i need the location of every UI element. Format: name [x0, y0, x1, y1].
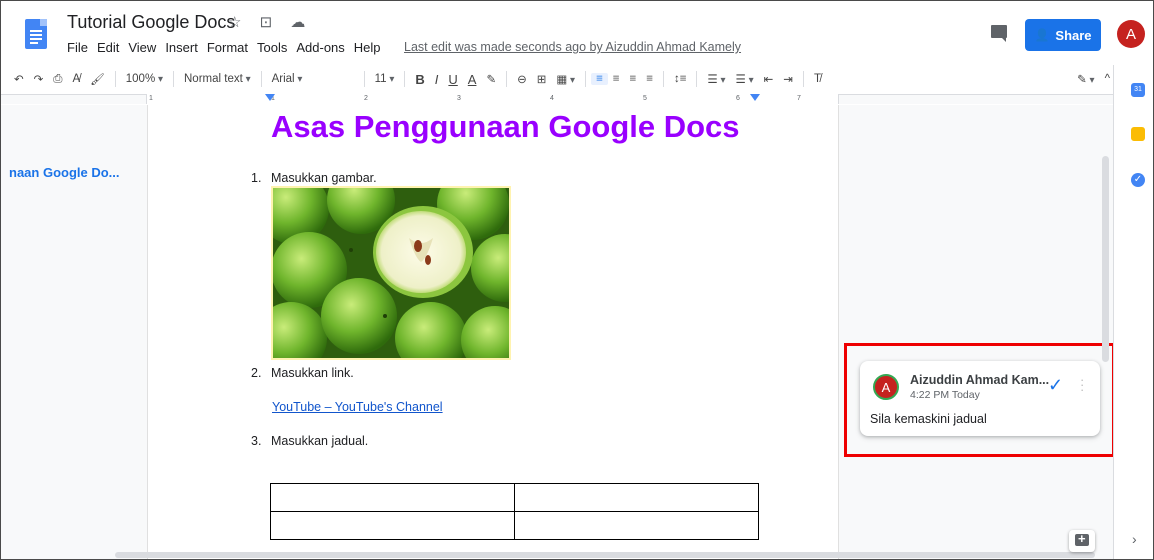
ruler-number: 4: [550, 95, 554, 102]
table-cell[interactable]: [270, 511, 515, 540]
document-heading[interactable]: Asas Penggunaan Google Docs: [271, 109, 740, 145]
tasks-icon[interactable]: ✓: [1131, 173, 1145, 187]
list-text: Masukkan jadual.: [271, 434, 369, 448]
text-color-button[interactable]: A: [463, 72, 482, 87]
list-text: Masukkan link.: [271, 366, 354, 380]
vertical-scrollbar[interactable]: [1102, 156, 1109, 362]
table-cell[interactable]: [514, 511, 759, 540]
align-right-icon[interactable]: ≡: [625, 73, 642, 85]
list-number: 3.: [251, 434, 262, 448]
insert-image-icon[interactable]: ▦: [551, 72, 580, 86]
divider: [363, 71, 365, 87]
horizontal-scrollbar[interactable]: [115, 552, 1095, 558]
menu-insert[interactable]: Insert: [165, 40, 198, 55]
list-item[interactable]: 1. Masukkan gambar.: [251, 171, 377, 185]
font-size-select[interactable]: 11: [370, 73, 400, 85]
list-number: 1.: [251, 171, 262, 185]
undo-icon[interactable]: ↶: [9, 72, 29, 86]
bulleted-list-icon[interactable]: ☰: [731, 72, 759, 86]
outline-heading-item[interactable]: naan Google Do...: [9, 165, 120, 180]
right-indent-marker[interactable]: [750, 94, 760, 101]
spellcheck-icon[interactable]: A̸: [67, 73, 85, 85]
align-left-icon[interactable]: ≡: [591, 73, 608, 85]
style-select[interactable]: Normal text: [179, 73, 256, 85]
print-icon[interactable]: ⎙: [48, 73, 67, 86]
left-indent-marker[interactable]: [265, 94, 275, 101]
calendar-icon[interactable]: 31: [1131, 83, 1145, 97]
increase-indent-icon[interactable]: ⇥: [778, 72, 798, 86]
align-center-icon[interactable]: ≡: [608, 73, 625, 85]
divider: [802, 71, 804, 87]
clear-formatting-icon[interactable]: T̸: [809, 73, 826, 85]
keep-icon[interactable]: [1131, 127, 1145, 141]
header: Tutorial Google Docs ☆ ⊡ ☁ File Edit Vie…: [1, 1, 1153, 65]
align-justify-icon[interactable]: ≡: [641, 73, 658, 85]
person-icon: 👤: [1034, 28, 1050, 42]
editing-mode-icon[interactable]: ✎: [1072, 72, 1099, 86]
paint-format-icon[interactable]: 🖌: [85, 72, 110, 86]
divider: [260, 71, 262, 87]
divider: [696, 71, 698, 87]
add-comment-floating-button[interactable]: [1069, 530, 1095, 552]
highlight-annotation-box: [844, 343, 1115, 457]
divider: [173, 71, 174, 87]
youtube-link[interactable]: YouTube – YouTube's Channel: [272, 400, 443, 414]
account-avatar[interactable]: A: [1117, 20, 1145, 48]
menu-bar: File Edit View Insert Format Tools Add-o…: [67, 40, 381, 55]
ruler-number: 1: [149, 95, 153, 102]
comment-history-icon[interactable]: [991, 25, 1007, 42]
font-select[interactable]: Arial: [267, 73, 359, 85]
add-comment-icon[interactable]: ⊞: [532, 72, 552, 86]
divider: [506, 71, 508, 87]
green-apples-image[interactable]: [271, 186, 511, 360]
decrease-indent-icon[interactable]: ⇤: [759, 72, 779, 86]
google-docs-window: Tutorial Google Docs ☆ ⊡ ☁ File Edit Vie…: [0, 0, 1154, 560]
share-button[interactable]: 👤 Share: [1025, 19, 1101, 51]
bold-button[interactable]: B: [410, 72, 429, 87]
docs-logo-icon[interactable]: [25, 19, 47, 49]
ruler-number: 7: [797, 95, 801, 102]
table-cell[interactable]: [270, 483, 515, 512]
ruler-number: 2: [364, 95, 368, 102]
share-label: Share: [1055, 27, 1092, 43]
menu-addons[interactable]: Add-ons: [296, 40, 344, 55]
list-item[interactable]: 2. Masukkan link.: [251, 366, 354, 380]
redo-icon[interactable]: ↷: [29, 72, 49, 86]
document-table[interactable]: [270, 483, 759, 540]
checklist-icon[interactable]: ☰: [702, 72, 730, 86]
star-move-cloud-icons[interactable]: ☆ ⊡ ☁: [228, 13, 312, 31]
list-text: Masukkan gambar.: [271, 171, 377, 185]
document-title[interactable]: Tutorial Google Docs: [67, 12, 235, 33]
zoom-select[interactable]: 100%: [121, 73, 168, 85]
menu-format[interactable]: Format: [207, 40, 248, 55]
link-icon[interactable]: ⊖: [512, 72, 532, 86]
list-item[interactable]: 3. Masukkan jadual.: [251, 434, 368, 448]
ruler-number: 3: [457, 95, 461, 102]
menu-tools[interactable]: Tools: [257, 40, 287, 55]
apples-picture: [273, 188, 509, 358]
ruler-number: 6: [736, 95, 740, 102]
menu-view[interactable]: View: [128, 40, 156, 55]
last-edit-link[interactable]: Last edit was made seconds ago by Aizudd…: [404, 40, 741, 54]
menu-help[interactable]: Help: [354, 40, 381, 55]
menu-edit[interactable]: Edit: [97, 40, 119, 55]
divider: [662, 71, 664, 87]
menu-file[interactable]: File: [67, 40, 88, 55]
table-cell[interactable]: [514, 483, 759, 512]
table-row: [270, 511, 759, 540]
list-number: 2.: [251, 366, 262, 380]
ruler-number: 5: [643, 95, 647, 102]
ruler[interactable]: 1 1 2 3 4 5 6 7: [146, 94, 839, 104]
divider: [404, 71, 406, 87]
table-row: [270, 483, 759, 512]
side-panel: 31 ✓ ›: [1113, 65, 1153, 559]
divider: [585, 71, 587, 87]
italic-button[interactable]: I: [430, 72, 444, 87]
line-spacing-icon[interactable]: ↕≡: [669, 73, 691, 85]
toolbar: ↶ ↷ ⎙ A̸ 🖌 100% Normal text Arial 11 B I…: [9, 67, 1115, 91]
highlight-icon[interactable]: ✎: [481, 72, 501, 86]
expand-panel-icon[interactable]: ›: [1132, 531, 1137, 547]
divider: [114, 71, 116, 87]
underline-button[interactable]: U: [443, 72, 462, 87]
